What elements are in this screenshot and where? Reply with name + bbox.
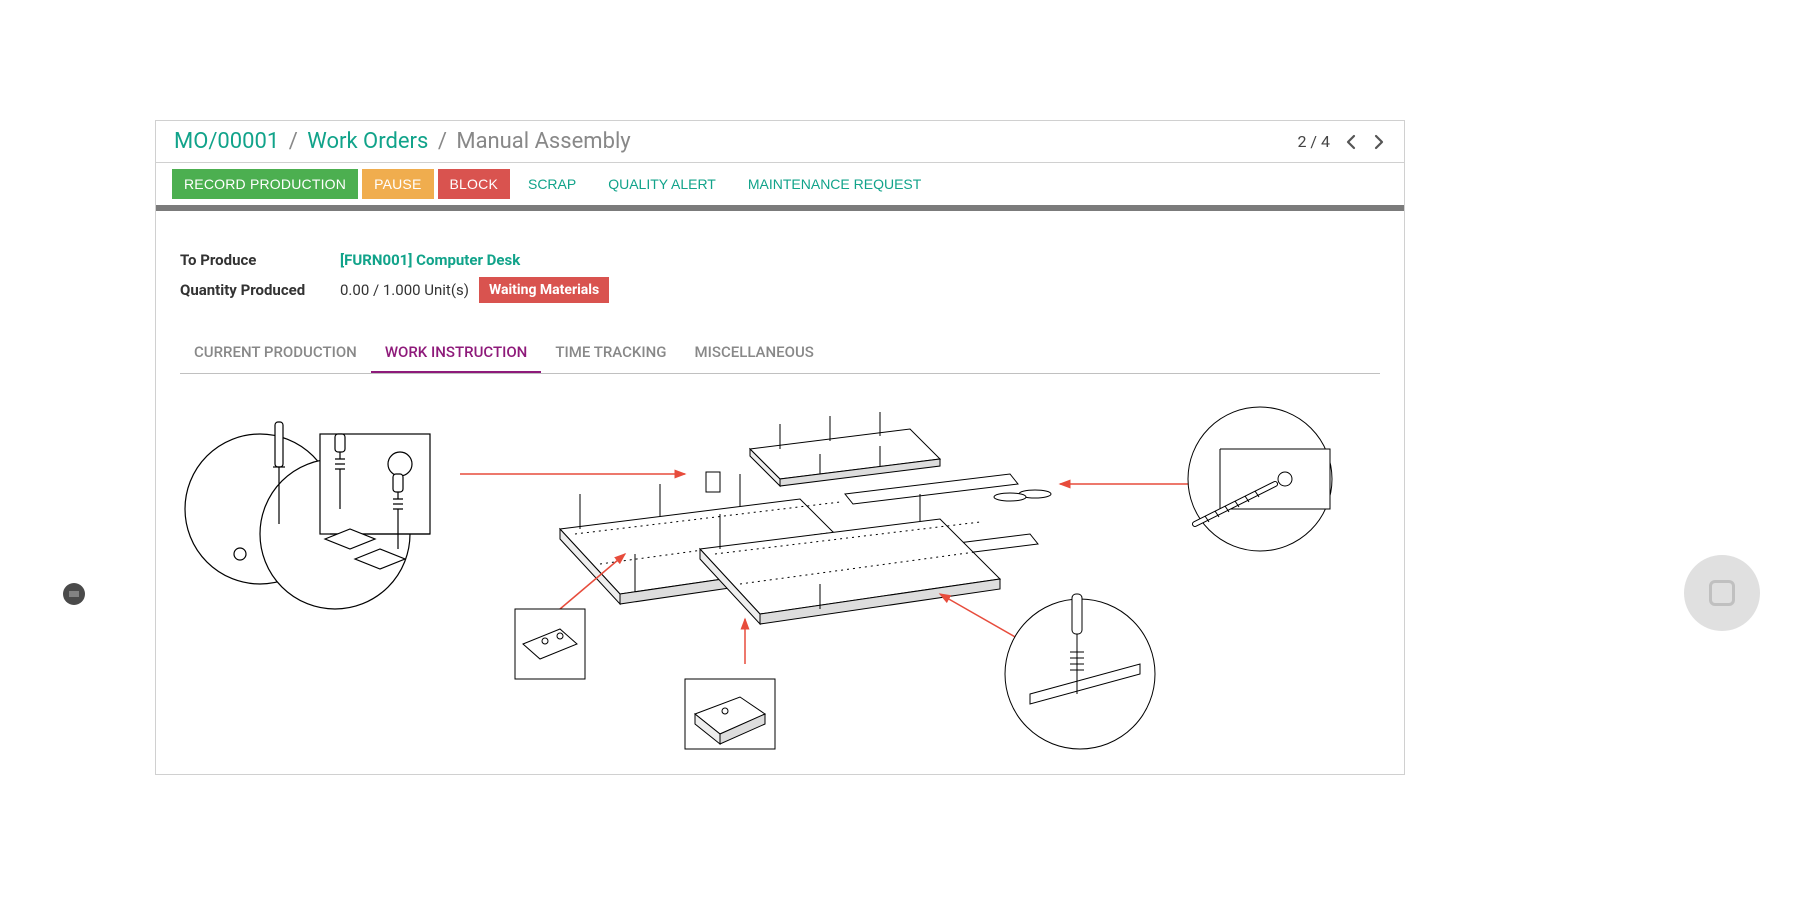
record-production-button[interactable]: RECORD PRODUCTION [172, 169, 358, 199]
breadcrumb-workorders-link[interactable]: Work Orders [307, 129, 428, 154]
breadcrumb: MO/00001 / Work Orders / Manual Assembly [174, 129, 631, 154]
breadcrumb-current: Manual Assembly [456, 129, 630, 154]
tab-time-tracking[interactable]: TIME TRACKING [541, 333, 680, 373]
pager-text: 2 / 4 [1297, 132, 1330, 151]
maintenance-request-button[interactable]: MAINTENANCE REQUEST [734, 169, 935, 199]
content-area: To Produce [FURN001] Computer Desk Quant… [156, 211, 1404, 774]
breadcrumb-separator: / [438, 129, 447, 154]
tab-miscellaneous[interactable]: MISCELLANEOUS [681, 333, 828, 373]
device-side-button[interactable] [63, 583, 85, 605]
pager-prev-icon[interactable] [1344, 133, 1358, 151]
to-produce-label: To Produce [180, 251, 340, 269]
home-icon [1709, 580, 1735, 606]
header-bar: MO/00001 / Work Orders / Manual Assembly… [156, 121, 1404, 163]
block-button[interactable]: BLOCK [438, 169, 510, 199]
product-link[interactable]: [FURN001] Computer Desk [340, 251, 520, 269]
breadcrumb-mo-link[interactable]: MO/00001 [174, 129, 279, 154]
pager: 2 / 4 [1297, 132, 1386, 151]
tab-work-instruction[interactable]: WORK INSTRUCTION [371, 333, 542, 373]
action-toolbar: RECORD PRODUCTION PAUSE BLOCK SCRAP QUAL… [156, 163, 1404, 211]
tab-current-production[interactable]: CURRENT PRODUCTION [180, 333, 371, 373]
qty-produced-row: Quantity Produced 0.00 / 1.000 Unit(s) W… [180, 277, 1380, 303]
pause-button[interactable]: PAUSE [362, 169, 433, 199]
qty-produced-value: 0.00 / 1.000 Unit(s) [340, 281, 469, 299]
quality-alert-button[interactable]: QUALITY ALERT [594, 169, 730, 199]
device-home-button[interactable] [1684, 555, 1760, 631]
pager-next-icon[interactable] [1372, 133, 1386, 151]
to-produce-row: To Produce [FURN001] Computer Desk [180, 251, 1380, 269]
qty-produced-label: Quantity Produced [180, 281, 340, 299]
work-instruction-diagram [180, 394, 1380, 754]
work-order-panel: MO/00001 / Work Orders / Manual Assembly… [155, 120, 1405, 775]
status-badge: Waiting Materials [479, 277, 609, 303]
scrap-button[interactable]: SCRAP [514, 169, 590, 199]
tab-bar: CURRENT PRODUCTION WORK INSTRUCTION TIME… [180, 333, 1380, 374]
breadcrumb-separator: / [289, 129, 298, 154]
